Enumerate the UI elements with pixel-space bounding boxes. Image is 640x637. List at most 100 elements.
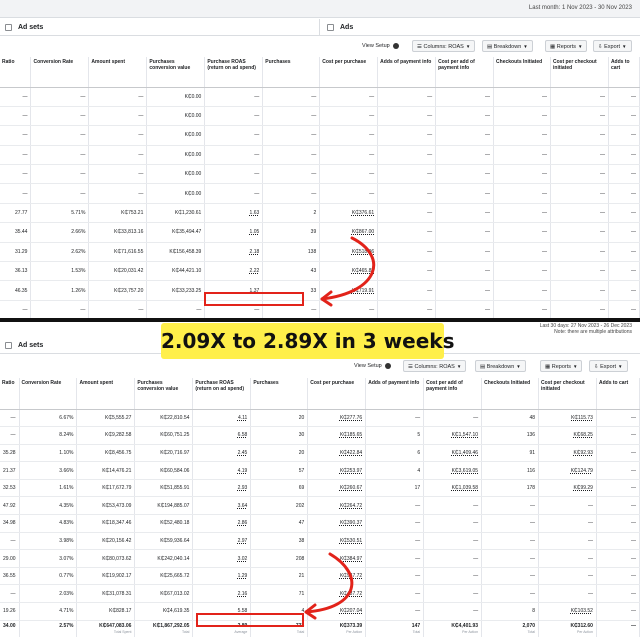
breakdown-button[interactable]: ▤ Breakdown ▼ xyxy=(475,360,526,372)
table-row[interactable]: — — — K₵0.00— — — — — — — — xyxy=(0,183,640,204)
columns-button[interactable]: ☰ Columns: ROAS ▼ xyxy=(412,40,476,52)
table-row[interactable]: — — — K₵0.00— — — — — — — — xyxy=(0,145,640,166)
column-header[interactable]: Conversion Rate xyxy=(19,378,78,410)
highlight-box xyxy=(204,292,304,306)
table-row[interactable]: 47.92 4.35% K₵53,473.09 K₵194,885.07 3.64 202… xyxy=(0,496,640,516)
table-row[interactable]: —8.24% K₵9,282.58 K₵60,751.25 6.58 30 K₵185.6… xyxy=(0,426,640,445)
date-range-info[interactable]: Last 30 days: 27 Nov 2023 - 26 Dec 2023 … xyxy=(540,323,632,335)
tab-ads[interactable]: Ads xyxy=(322,19,640,36)
table-row[interactable]: — — — K₵0.00— — — — — — — — xyxy=(0,87,640,107)
column-header[interactable]: Purchases xyxy=(262,57,321,88)
tab-checkbox-icon[interactable] xyxy=(5,24,12,31)
table-row[interactable]: 21.37 3.66% K₵14,476.21 K₵60,584.06 4.19 57 K₵… xyxy=(0,461,640,480)
headline-banner: 2.09X to 2.89X in 3 weeks xyxy=(161,323,454,359)
table-cell: — xyxy=(596,461,640,480)
table-row[interactable]: —3.98% K₵20,156.42 K₵59,936.64 2.97 38 K₵530.… xyxy=(0,532,640,551)
table-cell: — xyxy=(262,87,321,107)
breakdown-button[interactable]: ▤ Breakdown ▼ xyxy=(482,40,533,52)
column-header[interactable]: Purchase ROAS (return on ad spend) xyxy=(192,378,252,410)
table-cell: — xyxy=(435,222,495,243)
table-row[interactable]: 29.00 3.07% K₵80,073.62 K₵242,040.14 3.02 208… xyxy=(0,549,640,568)
column-header[interactable]: Cost per purchase xyxy=(307,378,367,410)
table-cell: — xyxy=(608,183,640,204)
table-row[interactable]: — — — — — — — — — — — — xyxy=(0,300,640,318)
column-header[interactable]: Purchase ROAS (return on ad spend) xyxy=(204,57,264,88)
tab-checkbox-icon[interactable] xyxy=(327,24,334,31)
column-header[interactable]: Cost per checkout initiated xyxy=(538,378,597,410)
column-header[interactable]: Amount spent xyxy=(76,378,136,410)
columns-button[interactable]: ☰ Columns: ROAS ▼ xyxy=(403,360,467,372)
table-cell: 4.19 xyxy=(192,461,252,480)
table-row[interactable]: 36.55 0.77% K₵19,902.17 K₵25,665.72 1.29 21 K₵… xyxy=(0,567,640,586)
table-cell: K₵0.00 xyxy=(146,183,206,204)
table-row[interactable]: 46.35 1.26% K₵23,757.20 K₵33,233.25 1.37 33 K₵… xyxy=(0,280,640,301)
column-header[interactable]: Adds to cart xyxy=(608,57,640,88)
view-setup-toggle[interactable]: View Setup xyxy=(358,40,403,52)
table-cell: — xyxy=(481,496,540,516)
table-row[interactable]: 35.28 1.10% K₵8,456.75 K₵20,716.97 2.45 20 K₵4… xyxy=(0,444,640,463)
column-header[interactable]: Adds of payment info xyxy=(365,378,425,410)
top-report-panel: Last month: 1 Nov 2023 - 30 Nov 2023 Ad … xyxy=(0,0,640,318)
tab-checkbox-icon[interactable] xyxy=(5,342,12,349)
column-header[interactable]: Cost per add of payment info xyxy=(423,378,483,410)
date-range-bar[interactable]: Last month: 1 Nov 2023 - 30 Nov 2023 xyxy=(0,0,640,18)
reports-button[interactable]: ▦ Reports ▼ xyxy=(545,40,588,52)
table-row[interactable]: — — — K₵0.00— — — — — — — — xyxy=(0,106,640,127)
reports-button[interactable]: ▦ Reports ▼ xyxy=(540,360,583,372)
table-row[interactable]: — — — K₵0.00— — — — — — — — xyxy=(0,164,640,185)
column-header[interactable]: Ratio xyxy=(0,57,32,88)
view-setup-toggle[interactable]: View Setup xyxy=(350,360,395,372)
column-header[interactable]: Adds to cart xyxy=(596,378,640,410)
column-header[interactable]: Purchases conversion value xyxy=(134,378,194,410)
table-cell: — xyxy=(319,106,379,127)
table-cell: — xyxy=(88,300,148,318)
table-row[interactable]: 36.13 1.53% K₵20,031.42 K₵44,421.10 2.22 43 K₵… xyxy=(0,261,640,282)
column-header[interactable]: Checkouts Initiated xyxy=(493,57,551,88)
export-button[interactable]: ⇩ Export ▼ xyxy=(589,360,628,372)
table-cell: 20 xyxy=(250,409,309,428)
table-cell: — xyxy=(608,222,640,243)
chevron-down-icon: ▼ xyxy=(578,44,583,49)
column-header[interactable]: Ratio xyxy=(0,378,20,410)
column-header[interactable]: Adds of payment info xyxy=(377,57,437,88)
table-cell: — xyxy=(423,602,483,621)
column-header[interactable]: Cost per checkout initiated xyxy=(550,57,609,88)
table-row[interactable]: 31.29 2.62% K₵71,616.55 K₵156,458.39 2.18 138… xyxy=(0,242,640,263)
table-row[interactable]: 27.77 5.71% K₵753.21 K₵1,230.61 1.63 2 K₵376.6… xyxy=(0,203,640,224)
column-header[interactable]: Purchases conversion value xyxy=(146,57,206,88)
table-cell: 8 xyxy=(481,602,540,621)
tab-ad-sets[interactable]: Ad sets xyxy=(0,19,320,36)
export-button[interactable]: ⇩ Export ▼ xyxy=(593,40,632,52)
table-cell: K₵80,073.62 xyxy=(76,549,136,568)
highlight-box xyxy=(196,613,304,627)
table-row[interactable]: —6.67% K₵5,555.27 K₵22,810.54 4.11 20 K₵277.7… xyxy=(0,409,640,428)
total-cell: — xyxy=(596,619,640,637)
column-header[interactable]: Checkouts Initiated xyxy=(481,378,540,410)
table-cell: K₵8,456.75 xyxy=(76,444,136,463)
table-cell: K₵20,156.42 xyxy=(76,532,136,551)
column-header[interactable]: Cost per purchase xyxy=(319,57,379,88)
columns-label: Columns: ROAS xyxy=(423,44,464,50)
toggle-icon[interactable] xyxy=(392,42,399,49)
column-header[interactable]: Purchases xyxy=(250,378,309,410)
table-cell: K₵1,547.10 xyxy=(423,426,483,445)
table-row[interactable]: — — — K₵0.00— — — — — — — — xyxy=(0,125,640,146)
table-cell: 32.53 xyxy=(0,479,20,498)
ad-sets-table: Ratio Conversion Rate Amount spent Purchase… xyxy=(0,378,640,637)
table-row[interactable]: 32.53 1.61% K₵17,672.79 K₵51,855.91 2.93 69 K₵… xyxy=(0,479,640,498)
table-cell: — xyxy=(30,87,90,107)
column-header[interactable]: Conversion Rate xyxy=(30,57,90,88)
table-row[interactable]: 35.44 2.66% K₵33,813.16 K₵35,494.47 1.05 39 K₵… xyxy=(0,222,640,243)
table-cell: K₵33,813.16 xyxy=(88,222,148,243)
table-row[interactable]: 19.26 4.71% K₵828.17 K₵4,619.35 5.58 4 K₵207.0… xyxy=(0,602,640,621)
column-header[interactable]: Amount spent xyxy=(88,57,148,88)
chevron-down-icon: ▼ xyxy=(465,44,471,49)
column-header[interactable]: Cost per add of payment info xyxy=(435,57,495,88)
view-setup-label: View Setup xyxy=(362,43,390,49)
table-row[interactable]: 34.98 4.83% K₵18,347.46 K₵52,480.18 2.86 47 K₵… xyxy=(0,514,640,533)
table-row[interactable]: —2.03% K₵31,078.31 K₵67,013.02 2.16 71 K₵437.… xyxy=(0,584,640,604)
table-cell: — xyxy=(435,106,495,127)
toggle-icon[interactable] xyxy=(384,362,391,369)
table-cell: K₵3,619.05 xyxy=(423,461,483,480)
date-range-label[interactable]: Last month: 1 Nov 2023 - 30 Nov 2023 xyxy=(529,5,632,11)
